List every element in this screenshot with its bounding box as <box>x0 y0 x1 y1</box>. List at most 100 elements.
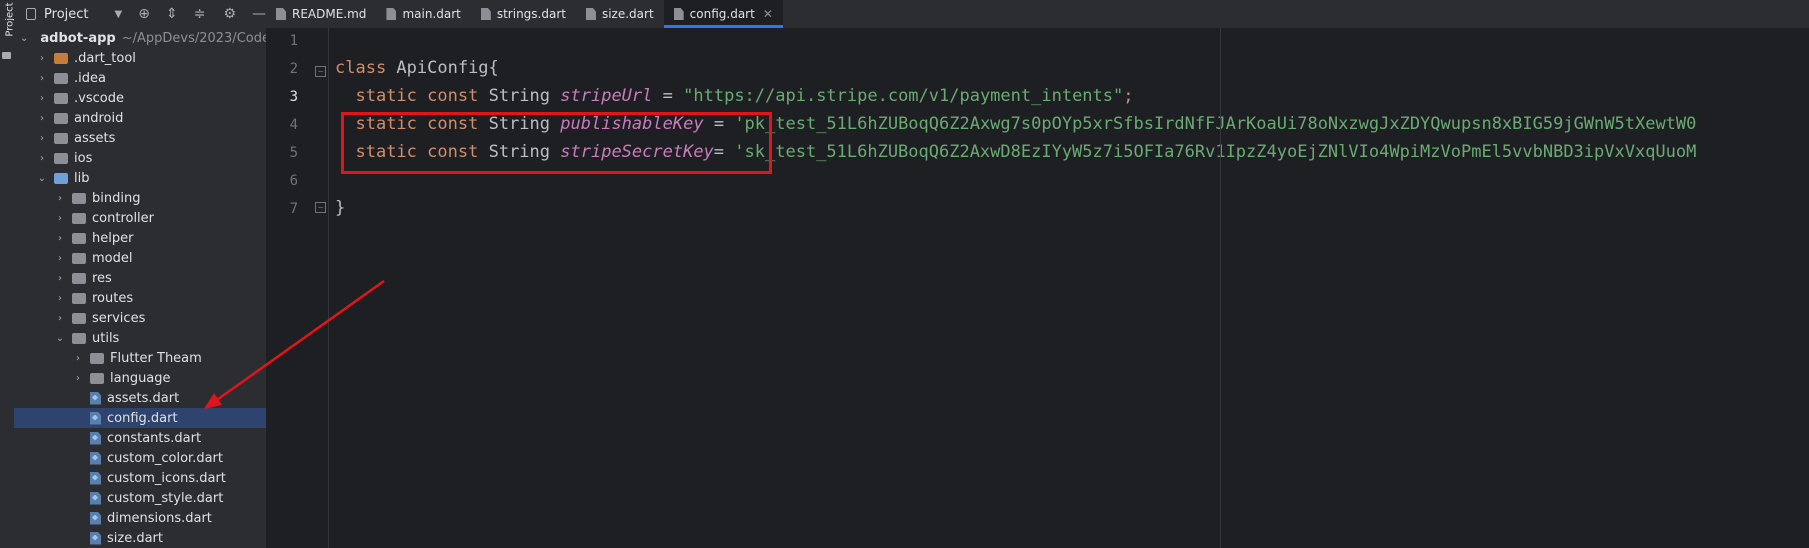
tree-item-label: android <box>74 110 124 126</box>
tree-item-lib[interactable]: ⌄ lib <box>14 168 266 188</box>
tab-label: size.dart <box>601 7 654 21</box>
string-literal: 'sk_test_51L6hZUBoqQ6Z2AxwD8EzIYyW5z7i5O… <box>734 142 1697 162</box>
folder-icon[interactable] <box>2 52 11 59</box>
chevron-right-icon[interactable]: › <box>54 193 66 204</box>
dart-file-icon <box>90 531 101 545</box>
folder-icon <box>72 232 86 244</box>
tree-item-label: lib <box>74 170 90 186</box>
code-editor[interactable]: class ApiConfig{ static const String str… <box>329 28 1809 548</box>
folder-icon <box>54 72 68 84</box>
chevron-down-icon[interactable]: ⌄ <box>54 333 66 344</box>
chevron-right-icon[interactable]: › <box>54 293 66 304</box>
tree-item-label: .dart_tool <box>74 50 136 66</box>
annotation-highlight-box <box>341 112 772 174</box>
tree-item-label: custom_icons.dart <box>107 470 226 486</box>
keyword: class <box>335 58 387 78</box>
tree-item-ios[interactable]: › ios <box>14 148 266 168</box>
tab-strings-dart[interactable]: strings.dart <box>471 0 576 28</box>
tab-label: config.dart <box>689 7 755 21</box>
tree-item-constants-dart[interactable]: constants.dart <box>14 428 266 448</box>
folder-icon <box>54 132 68 144</box>
tree-item-custom-style-dart[interactable]: custom_style.dart <box>14 488 266 508</box>
folder-icon <box>72 292 86 304</box>
tree-item-label: controller <box>92 210 155 226</box>
tree-item-custom-color-dart[interactable]: custom_color.dart <box>14 448 266 468</box>
fold-collapse-icon[interactable]: − <box>315 66 326 77</box>
tree-item-assets-dart[interactable]: assets.dart <box>14 388 266 408</box>
tree-item-binding[interactable]: › binding <box>14 188 266 208</box>
tree-item-services[interactable]: › services <box>14 308 266 328</box>
tree-item-label: assets <box>74 130 116 146</box>
chevron-right-icon[interactable]: › <box>72 373 84 384</box>
tab-label: main.dart <box>402 7 461 21</box>
tree-item-label: services <box>92 310 146 326</box>
tree-item-language[interactable]: › language <box>14 368 266 388</box>
chevron-right-icon[interactable]: › <box>36 73 48 84</box>
project-panel: Project ▼ ⊕ ⇕ ≑ ⚙ — ⌄ adbot-app ~/AppDev… <box>14 0 270 548</box>
chevron-right-icon[interactable]: › <box>54 253 66 264</box>
markdown-file-icon <box>276 8 286 20</box>
tab-config-dart[interactable]: config.dart ✕ <box>663 0 784 28</box>
locate-file-icon[interactable]: ⊕ <box>138 6 150 22</box>
tree-item-dart-tool[interactable]: › .dart_tool <box>14 48 266 68</box>
folder-icon <box>72 252 86 264</box>
chevron-down-icon[interactable]: ⌄ <box>36 173 48 184</box>
tree-item-label: language <box>110 370 171 386</box>
line-number: 4 <box>289 117 298 133</box>
chevron-right-icon[interactable]: › <box>36 113 48 124</box>
minimize-icon[interactable]: — <box>252 6 266 22</box>
tab-main-dart[interactable]: main.dart <box>376 0 470 28</box>
gear-icon[interactable]: ⚙ <box>223 6 236 22</box>
chevron-right-icon[interactable]: › <box>36 93 48 104</box>
tree-item-size-dart[interactable]: size.dart <box>14 528 266 548</box>
tree-item-controller[interactable]: › controller <box>14 208 266 228</box>
string-literal: "https://api.stripe.com/v1/payment_inten… <box>683 86 1124 106</box>
tree-item-label: dimensions.dart <box>107 510 212 526</box>
tree-item-config-dart[interactable]: config.dart <box>14 408 266 428</box>
tree-item-custom-icons-dart[interactable]: custom_icons.dart <box>14 468 266 488</box>
tree-item-vscode[interactable]: › .vscode <box>14 88 266 108</box>
dart-file-icon <box>90 431 101 445</box>
chevron-right-icon[interactable]: › <box>36 133 48 144</box>
chevron-down-icon[interactable]: ⌄ <box>20 33 28 44</box>
tree-item-android[interactable]: › android <box>14 108 266 128</box>
line-number-current: 3 <box>289 89 298 105</box>
tree-item-helper[interactable]: › helper <box>14 228 266 248</box>
chevron-right-icon[interactable]: › <box>36 153 48 164</box>
root-name: adbot-app <box>40 30 116 46</box>
tree-root[interactable]: ⌄ adbot-app ~/AppDevs/2023/Code <box>14 28 270 48</box>
tree-item-label: Flutter Theam <box>110 350 202 366</box>
tree-item-res[interactable]: › res <box>14 268 266 288</box>
fold-collapse-icon[interactable]: − <box>315 202 326 213</box>
tree-item-label: custom_style.dart <box>107 490 224 506</box>
chevron-right-icon[interactable]: › <box>54 233 66 244</box>
chevron-right-icon[interactable]: › <box>54 273 66 284</box>
collapse-all-icon[interactable]: ≑ <box>194 6 206 22</box>
chevron-right-icon[interactable]: › <box>54 313 66 324</box>
tree-item-flutter-theam[interactable]: › Flutter Theam <box>14 348 266 368</box>
tree-item-dimensions-dart[interactable]: dimensions.dart <box>14 508 266 528</box>
tree-item-label: ios <box>74 150 93 166</box>
chevron-right-icon[interactable]: › <box>72 353 84 364</box>
tree-item-assets[interactable]: › assets <box>14 128 266 148</box>
tree-item-model[interactable]: › model <box>14 248 266 268</box>
project-tree: ⌄ adbot-app ~/AppDevs/2023/Code › .dart_… <box>14 28 270 548</box>
chevron-down-icon[interactable]: ▼ <box>115 9 123 20</box>
tree-item-idea[interactable]: › .idea <box>14 68 266 88</box>
chevron-right-icon[interactable]: › <box>36 53 48 64</box>
line-number: 6 <box>289 173 298 189</box>
tree-item-routes[interactable]: › routes <box>14 288 266 308</box>
tab-readme-md[interactable]: README.md <box>266 0 376 28</box>
expand-all-icon[interactable]: ⇕ <box>166 6 178 22</box>
tree-item-utils[interactable]: ⌄ utils <box>14 328 266 348</box>
field-name: stripeUrl <box>560 86 653 106</box>
project-view-selector[interactable]: Project <box>44 7 88 22</box>
tree-item-label: res <box>92 270 112 286</box>
folder-icon <box>72 312 86 324</box>
chevron-right-icon[interactable]: › <box>54 213 66 224</box>
folder-icon <box>54 92 68 104</box>
close-icon[interactable]: ✕ <box>763 7 773 21</box>
tree-item-label: constants.dart <box>107 430 202 446</box>
tab-size-dart[interactable]: size.dart <box>576 0 664 28</box>
root-path: ~/AppDevs/2023/Code <box>121 30 270 46</box>
